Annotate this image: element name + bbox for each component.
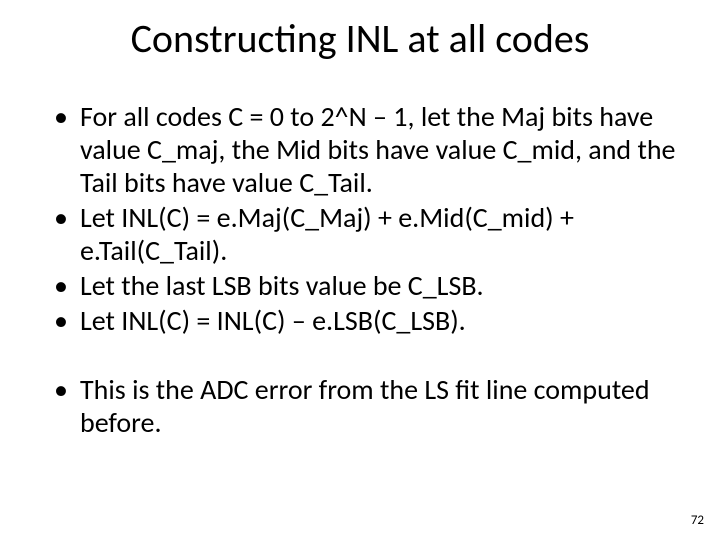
slide-title: Constructing INL at all codes <box>0 14 720 63</box>
spacer <box>54 339 680 373</box>
bullet-item: Let INL(C) = e.Maj(C_Maj) + e.Mid(C_mid)… <box>54 201 680 267</box>
page-number: 72 <box>691 513 704 528</box>
bullet-list-2: This is the ADC error from the LS fit li… <box>54 373 680 439</box>
bullet-item: Let INL(C) = INL(C) – e.LSB(C_LSB). <box>54 304 680 337</box>
bullet-item: For all codes C = 0 to 2^N – 1, let the … <box>54 100 680 199</box>
slide-body: For all codes C = 0 to 2^N – 1, let the … <box>54 100 680 441</box>
bullet-item: This is the ADC error from the LS fit li… <box>54 373 680 439</box>
bullet-list: For all codes C = 0 to 2^N – 1, let the … <box>54 100 680 337</box>
slide: Constructing INL at all codes For all co… <box>0 0 720 540</box>
bullet-item: Let the last LSB bits value be C_LSB. <box>54 269 680 302</box>
